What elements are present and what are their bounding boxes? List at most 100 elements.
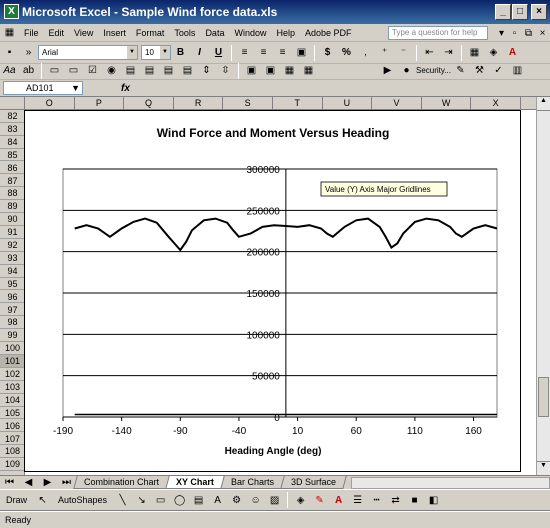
align-left-icon[interactable]: ≡ [237,45,252,60]
row-header-97[interactable]: 97 [0,304,25,317]
doc-close-icon[interactable]: × [535,26,550,41]
close-button[interactable]: × [531,4,547,20]
horizontal-scrollbar[interactable] [350,476,550,489]
fill-color-draw-icon[interactable]: ◈ [293,493,308,508]
font-dropdown-icon[interactable]: ▼ [127,46,137,59]
row-header-91[interactable]: 91 [0,226,25,239]
column-header-t[interactable]: T [273,97,323,110]
xy-chart[interactable]: Wind Force and Moment Versus Heading0500… [25,111,522,473]
spinner-icon[interactable]: ⇳ [218,63,233,78]
combo-dropdown-icon[interactable]: ▤ [180,63,195,78]
row-header-109[interactable]: 109 [0,458,25,472]
select-objects-icon[interactable]: ↖ [35,493,50,508]
first-sheet-icon[interactable]: ⏮ [2,475,17,490]
last-sheet-icon[interactable]: ⏭ [59,475,74,490]
row-header-95[interactable]: 95 [0,278,25,291]
workbook-icon[interactable]: ▦ [2,25,17,40]
oval-icon[interactable]: ◯ [172,493,187,508]
restore-window-icon[interactable]: ▫ [507,26,522,41]
font-color-icon[interactable]: A [505,45,520,60]
insert-function-icon[interactable]: fx [121,83,130,94]
menu-adobe-pdf[interactable]: Adobe PDF [300,28,357,38]
prev-sheet-icon[interactable]: ◀ [21,475,36,490]
percent-icon[interactable]: % [339,45,354,60]
line-icon[interactable]: ╲ [115,493,130,508]
edit-code-icon[interactable]: ▣ [263,63,278,78]
merge-center-icon[interactable]: ▣ [294,45,309,60]
row-header-87[interactable]: 87 [0,175,25,188]
run-dialog-icon[interactable]: ▦ [301,63,316,78]
line-color-icon[interactable]: ✎ [312,493,327,508]
row-header-98[interactable]: 98 [0,316,25,330]
menu-insert[interactable]: Insert [98,28,131,38]
record-macro-icon[interactable]: ● [399,63,414,78]
row-header-107[interactable]: 107 [0,433,25,446]
increase-indent-icon[interactable]: ⇥ [441,45,456,60]
3d-icon[interactable]: ◧ [426,493,441,508]
shadow-icon[interactable]: ■ [407,493,422,508]
menu-file[interactable]: File [19,28,44,38]
column-header-x[interactable]: X [471,97,521,110]
diagram-icon[interactable]: ⚙ [229,493,244,508]
row-header-108[interactable]: 108 [0,445,25,459]
control-properties-icon[interactable]: ▣ [244,63,259,78]
decrease-indent-icon[interactable]: ⇤ [422,45,437,60]
row-header-83[interactable]: 83 [0,123,25,136]
doc-restore-icon[interactable]: ⧉ [521,26,536,41]
minimize-button[interactable]: _ [495,4,511,20]
tab-xy-chart[interactable]: XY Chart [165,476,225,489]
column-header-p[interactable]: P [75,97,125,110]
checkbox-icon[interactable]: ☑ [85,63,100,78]
align-right-icon[interactable]: ≡ [275,45,290,60]
row-header-82[interactable]: 82 [0,110,25,123]
row-header-106[interactable]: 106 [0,420,25,433]
fill-color-icon[interactable]: ◈ [486,45,501,60]
row-header-90[interactable]: 90 [0,213,25,226]
tab-3d-surface[interactable]: 3D Surface [280,476,347,489]
toggle-grid-icon[interactable]: ▦ [282,63,297,78]
scroll-down-icon[interactable]: ▼ [537,461,550,475]
tab-bar-charts[interactable]: Bar Charts [220,476,285,489]
row-header-102[interactable]: 102 [0,368,25,381]
security-button[interactable]: Security... [416,66,451,75]
next-sheet-icon[interactable]: ▶ [40,475,55,490]
font-size-select[interactable]: 10 ▼ [141,45,171,60]
draw-menu[interactable]: Draw [0,495,33,505]
picture-icon[interactable]: ▨ [267,493,282,508]
scroll-bar-icon[interactable]: ⇕ [199,63,214,78]
column-header-u[interactable]: U [323,97,373,110]
row-header-85[interactable]: 85 [0,149,25,162]
size-dropdown-icon[interactable]: ▼ [160,46,170,59]
menu-help[interactable]: Help [271,28,300,38]
tab-combination-chart[interactable]: Combination Chart [73,476,170,489]
control-toolbox-icon[interactable]: ⚒ [472,63,487,78]
line-style-icon[interactable]: ☰ [350,493,365,508]
row-header-101[interactable]: 101 [0,355,25,368]
row-header-92[interactable]: 92 [0,239,25,252]
column-header-r[interactable]: R [174,97,224,110]
arrow-style-icon[interactable]: ⇄ [388,493,403,508]
row-header-94[interactable]: 94 [0,265,25,278]
rectangle-icon[interactable]: ▭ [153,493,168,508]
menu-format[interactable]: Format [131,28,170,38]
visual-basic-icon[interactable]: ✎ [453,63,468,78]
save-icon[interactable]: ▪ [2,45,17,60]
chart-area[interactable]: Wind Force and Moment Versus Heading 0 500… [24,110,521,472]
comma-icon[interactable]: , [358,45,373,60]
option-button-icon[interactable]: ◉ [104,63,119,78]
column-header-v[interactable]: V [372,97,422,110]
arrow-icon[interactable]: ↘ [134,493,149,508]
decrease-decimal-icon[interactable]: ⁻ [396,45,411,60]
italic-icon[interactable]: I [192,45,207,60]
toolbar-options-icon[interactable]: » [21,45,36,60]
increase-decimal-icon[interactable]: ⁺ [377,45,392,60]
row-header-100[interactable]: 100 [0,342,25,355]
align-center-icon[interactable]: ≡ [256,45,271,60]
chart-toolbar-icon[interactable]: ▥ [510,63,525,78]
row-header-104[interactable]: 104 [0,394,25,407]
combo-box-icon[interactable]: ▤ [142,63,157,78]
menu-tools[interactable]: Tools [169,28,200,38]
help-search-input[interactable]: Type a question for help [388,26,488,40]
autoshapes-menu[interactable]: AutoShapes [52,495,113,505]
menu-view[interactable]: View [69,28,98,38]
